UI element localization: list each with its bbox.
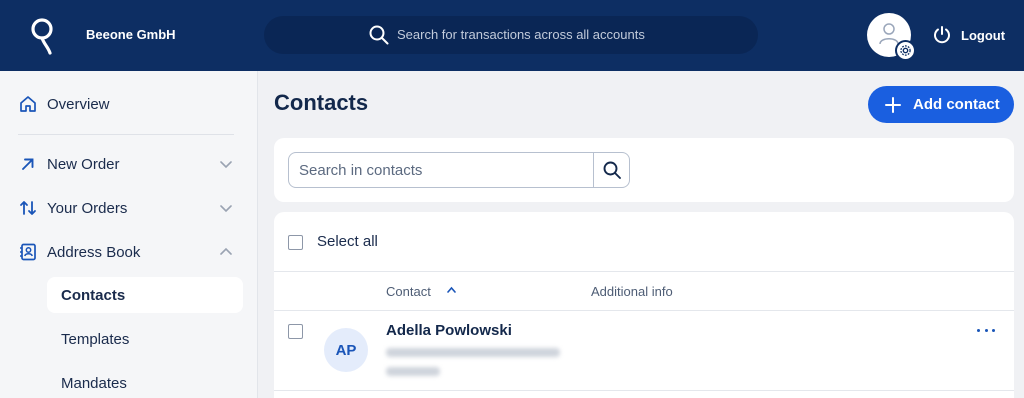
contact-search — [288, 152, 630, 188]
sidebar: Overview New Order Your Orders Address B… — [0, 71, 258, 398]
more-dot — [977, 328, 980, 332]
redacted-detail — [386, 348, 560, 357]
chevron-up-icon[interactable] — [220, 247, 232, 257]
chevron-down-icon[interactable] — [220, 159, 232, 169]
sidebar-item-overview[interactable]: Overview — [18, 86, 240, 122]
contact-search-button[interactable] — [593, 153, 629, 187]
contact-name[interactable]: Adella Powlowski — [386, 322, 512, 339]
column-header-contact[interactable]: Contact — [386, 284, 431, 299]
row-more-button[interactable] — [977, 324, 995, 336]
arrow-up-right-icon — [22, 158, 34, 170]
power-icon — [934, 26, 950, 44]
row-checkbox[interactable] — [288, 324, 303, 339]
logout-button[interactable]: Logout — [932, 23, 1005, 47]
sidebar-subitem-templates[interactable]: Templates — [47, 321, 243, 357]
column-header-additional-info: Additional info — [591, 284, 673, 299]
chevron-down-icon[interactable] — [220, 203, 232, 213]
contact-avatar: AP — [324, 328, 368, 372]
sidebar-item-label: Address Book — [47, 243, 141, 261]
address-book-icon — [20, 243, 36, 261]
plus-icon — [885, 96, 901, 113]
logout-label: Logout — [961, 27, 1006, 43]
sidebar-divider — [18, 134, 234, 135]
user-icon — [879, 23, 899, 45]
organization-name[interactable]: Beeone GmbH — [86, 27, 176, 42]
contacts-list: Select all Contact Additional info AP Ad… — [274, 212, 1014, 398]
divider — [274, 310, 1014, 311]
sidebar-subitem-mandates[interactable]: Mandates — [47, 365, 243, 398]
logo-icon[interactable] — [28, 16, 56, 56]
sidebar-item-your-orders[interactable]: Your Orders — [18, 190, 240, 226]
more-dot — [992, 328, 995, 332]
add-contact-button[interactable]: Add contact — [868, 86, 1014, 123]
contact-search-card — [274, 138, 1014, 202]
top-bar: Beeone GmbH Search for transactions acro… — [0, 0, 1024, 71]
redacted-detail — [386, 367, 440, 376]
sort-ascending-icon[interactable] — [447, 286, 456, 294]
sidebar-subitem-contacts[interactable]: Contacts — [47, 277, 243, 313]
search-icon — [603, 161, 621, 179]
divider — [274, 390, 1014, 391]
gear-icon — [900, 45, 911, 56]
select-all-checkbox[interactable] — [288, 235, 303, 250]
search-icon — [369, 25, 389, 45]
more-dot — [984, 328, 988, 332]
sidebar-item-new-order[interactable]: New Order — [18, 146, 240, 182]
home-icon — [20, 96, 36, 112]
sidebar-item-address-book[interactable]: Address Book — [18, 234, 240, 270]
divider — [274, 271, 1014, 272]
settings-badge[interactable] — [895, 40, 916, 61]
global-search-bar[interactable]: Search for transactions across all accou… — [264, 16, 758, 54]
contact-search-input[interactable] — [289, 153, 595, 187]
swap-vertical-icon — [20, 201, 36, 215]
add-contact-label: Add contact — [913, 96, 1000, 113]
sidebar-item-label: Overview — [47, 95, 110, 113]
sidebar-item-label: New Order — [47, 155, 120, 173]
select-all-label[interactable]: Select all — [317, 233, 378, 250]
global-search-placeholder: Search for transactions across all accou… — [397, 27, 645, 42]
page-title: Contacts — [274, 90, 369, 115]
sidebar-item-label: Your Orders — [47, 199, 128, 217]
